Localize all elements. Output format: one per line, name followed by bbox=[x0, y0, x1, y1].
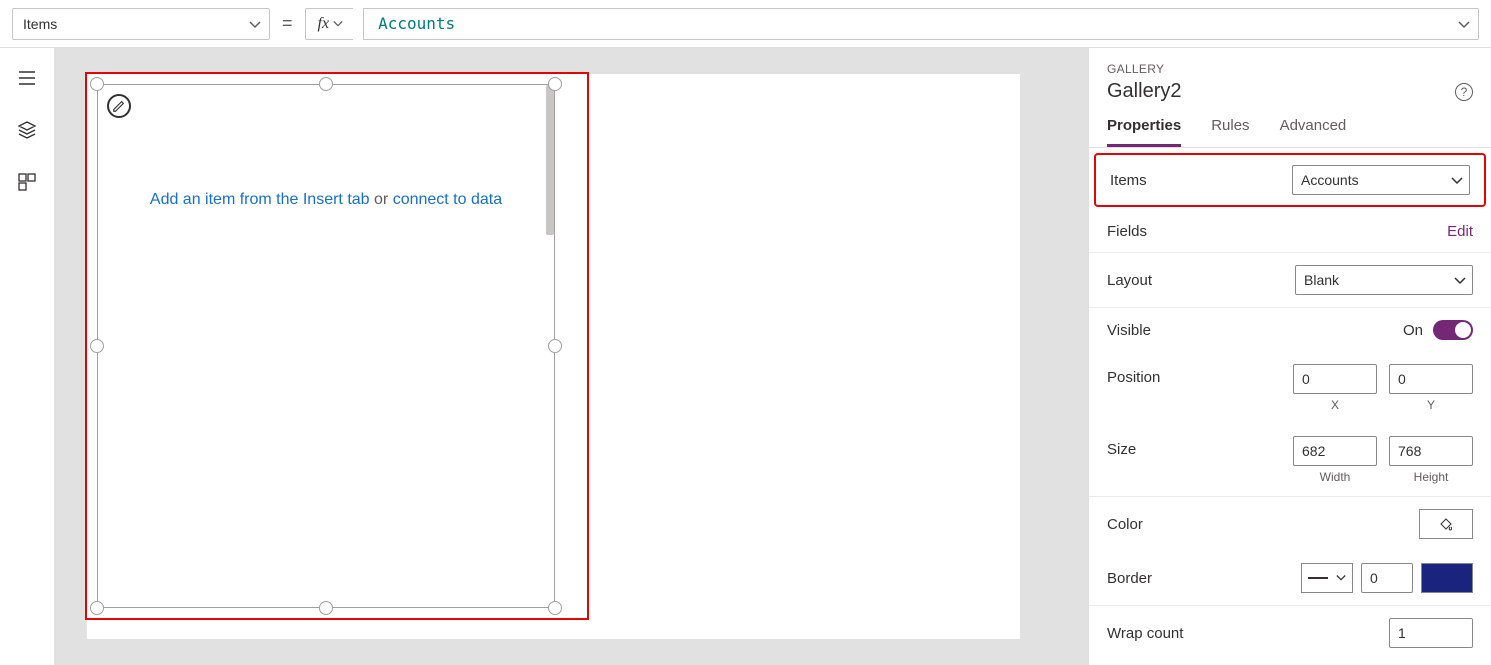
prop-color-row: Color bbox=[1089, 497, 1491, 551]
tab-properties[interactable]: Properties bbox=[1107, 117, 1181, 147]
equals-label: = bbox=[280, 13, 295, 34]
gallery-scrollbar[interactable] bbox=[546, 85, 554, 235]
position-y-sublabel: Y bbox=[1427, 398, 1435, 412]
resize-handle[interactable] bbox=[548, 339, 562, 353]
canvas[interactable]: Add an item from the Insert tab or conne… bbox=[55, 48, 1089, 665]
items-select-value: Accounts bbox=[1301, 172, 1359, 188]
border-style-select[interactable] bbox=[1301, 563, 1353, 593]
prop-visible-row: Visible On bbox=[1089, 308, 1491, 352]
prop-layout-label: Layout bbox=[1107, 272, 1152, 289]
tab-rules[interactable]: Rules bbox=[1211, 117, 1249, 147]
chevron-down-icon bbox=[1458, 19, 1468, 29]
layout-select[interactable]: Blank bbox=[1295, 265, 1473, 295]
formula-input[interactable]: Accounts bbox=[363, 8, 1479, 40]
layers-icon[interactable] bbox=[17, 120, 37, 140]
line-icon bbox=[1308, 577, 1328, 579]
hamburger-icon[interactable] bbox=[17, 68, 37, 88]
property-selector[interactable]: Items bbox=[12, 8, 270, 40]
prop-wrap-label: Wrap count bbox=[1107, 625, 1183, 642]
border-width-input[interactable]: 0 bbox=[1361, 563, 1413, 593]
position-y-input[interactable]: 0 bbox=[1389, 364, 1473, 394]
prop-position-label: Position bbox=[1107, 364, 1160, 386]
border-color-picker[interactable] bbox=[1421, 563, 1473, 593]
chevron-down-icon bbox=[1336, 573, 1346, 583]
chevron-down-icon bbox=[1454, 275, 1464, 285]
prop-fields-row: Fields Edit bbox=[1089, 211, 1491, 253]
chevron-down-icon bbox=[1451, 175, 1461, 185]
prop-color-label: Color bbox=[1107, 516, 1143, 533]
resize-handle[interactable] bbox=[319, 77, 333, 91]
fields-edit-link[interactable]: Edit bbox=[1447, 223, 1473, 240]
components-icon[interactable] bbox=[17, 172, 37, 192]
gallery-empty-hint: Add an item from the Insert tab or conne… bbox=[98, 191, 554, 209]
help-icon[interactable]: ? bbox=[1455, 83, 1473, 101]
prop-wrap-row: Wrap count 1 bbox=[1089, 606, 1491, 660]
chevron-down-icon bbox=[333, 19, 343, 29]
prop-position-row: Position 0 X 0 Y bbox=[1089, 352, 1491, 424]
paint-bucket-icon bbox=[1438, 516, 1454, 532]
resize-handle[interactable] bbox=[90, 601, 104, 615]
wrap-count-input[interactable]: 1 bbox=[1389, 618, 1473, 648]
panel-category: GALLERY bbox=[1107, 62, 1473, 76]
position-x-input[interactable]: 0 bbox=[1293, 364, 1377, 394]
connect-data-link[interactable]: connect to data bbox=[393, 191, 502, 208]
prop-items-row: Items Accounts bbox=[1094, 153, 1486, 207]
layout-select-value: Blank bbox=[1304, 272, 1339, 288]
resize-handle[interactable] bbox=[90, 77, 104, 91]
size-width-input[interactable]: 682 bbox=[1293, 436, 1377, 466]
resize-handle[interactable] bbox=[548, 77, 562, 91]
hint-middle: or bbox=[370, 191, 393, 208]
color-picker[interactable] bbox=[1419, 509, 1473, 539]
position-x-sublabel: X bbox=[1331, 398, 1339, 412]
tab-advanced[interactable]: Advanced bbox=[1280, 117, 1347, 147]
prop-size-label: Size bbox=[1107, 436, 1136, 458]
prop-items-label: Items bbox=[1110, 172, 1147, 189]
panel-tabs: Properties Rules Advanced bbox=[1089, 103, 1491, 148]
prop-fields-label: Fields bbox=[1107, 223, 1147, 240]
visible-toggle[interactable] bbox=[1433, 320, 1473, 340]
properties-panel: GALLERY Gallery2 ? Properties Rules Adva… bbox=[1089, 48, 1491, 665]
fx-button[interactable]: fx bbox=[305, 8, 354, 40]
resize-handle[interactable] bbox=[90, 339, 104, 353]
app-screen[interactable]: Add an item from the Insert tab or conne… bbox=[87, 74, 1020, 639]
prop-size-row: Size 682 Width 768 Height bbox=[1089, 424, 1491, 497]
prop-border-label: Border bbox=[1107, 570, 1152, 587]
size-width-sublabel: Width bbox=[1320, 470, 1351, 484]
fx-label: fx bbox=[318, 15, 330, 33]
items-select[interactable]: Accounts bbox=[1292, 165, 1470, 195]
panel-title: Gallery2 bbox=[1107, 80, 1181, 103]
formula-bar: Items = fx Accounts bbox=[0, 0, 1491, 48]
prop-border-row: Border 0 bbox=[1089, 551, 1491, 606]
resize-handle[interactable] bbox=[319, 601, 333, 615]
gallery-control[interactable]: Add an item from the Insert tab or conne… bbox=[97, 84, 555, 608]
prop-visible-label: Visible bbox=[1107, 322, 1151, 339]
chevron-down-icon bbox=[249, 19, 259, 29]
visible-state: On bbox=[1403, 322, 1423, 339]
pencil-icon bbox=[112, 99, 126, 113]
property-selector-value: Items bbox=[23, 16, 57, 32]
main-area: Add an item from the Insert tab or conne… bbox=[0, 48, 1491, 665]
size-height-sublabel: Height bbox=[1414, 470, 1449, 484]
insert-tab-link[interactable]: Add an item from the Insert tab bbox=[150, 191, 370, 208]
resize-handle[interactable] bbox=[548, 601, 562, 615]
size-height-input[interactable]: 768 bbox=[1389, 436, 1473, 466]
edit-gallery-badge[interactable] bbox=[107, 94, 131, 118]
left-rail bbox=[0, 48, 55, 665]
prop-layout-row: Layout Blank bbox=[1089, 253, 1491, 308]
formula-value: Accounts bbox=[378, 14, 455, 33]
